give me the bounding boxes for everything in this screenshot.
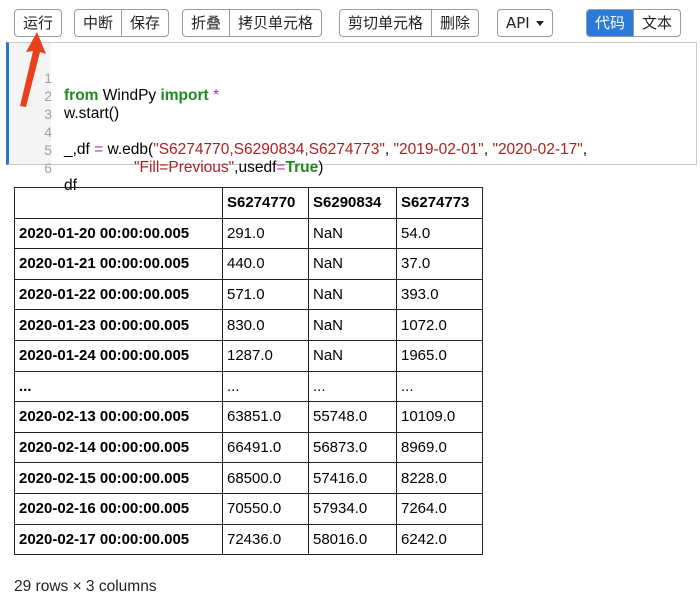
table-cell: 56873.0	[308, 431, 397, 464]
table-cell: 66491.0	[222, 431, 309, 464]
table-cell: 68500.0	[222, 462, 309, 494]
table-cell: ...	[308, 370, 397, 403]
table-cell: 37.0	[396, 248, 483, 280]
table-cell: 70550.0	[222, 492, 309, 525]
table-row: 2020-01-21 00:00:00.005 440.0 NaN 37.0	[14, 248, 483, 280]
table-cell: 291.0	[222, 217, 309, 250]
row-index: 2020-02-14 00:00:00.005	[14, 431, 223, 464]
row-index: 2020-01-22 00:00:00.005	[14, 278, 223, 311]
row-index: 2020-02-15 00:00:00.005	[14, 462, 223, 494]
table-cell: NaN	[308, 217, 397, 250]
table-row-ellipsis: ... ... ... ...	[14, 370, 483, 403]
table-cell: 393.0	[396, 278, 483, 311]
table-cell: NaN	[308, 339, 397, 372]
table-header-row: S6274770 S6290834 S6274773	[14, 187, 483, 219]
row-index: 2020-02-17 00:00:00.005	[14, 523, 223, 556]
code-line-6: 6 df	[9, 141, 696, 194]
column-header: S6274770	[222, 187, 309, 219]
table-cell: 1072.0	[396, 309, 483, 341]
table-cell: 55748.0	[308, 401, 397, 433]
table-cell: 54.0	[396, 217, 483, 250]
table-cell: 8228.0	[396, 462, 483, 494]
table-cell: 571.0	[222, 278, 309, 311]
index-header	[14, 187, 223, 219]
row-count-footer: 29 rows × 3 columns	[14, 578, 157, 595]
table-cell: ...	[222, 370, 309, 403]
table-cell: NaN	[308, 278, 397, 311]
column-header: S6274773	[396, 187, 483, 219]
table-row: 2020-02-14 00:00:00.005 66491.0 56873.0 …	[14, 431, 483, 464]
dataframe-table: S6274770 S6290834 S6274773 2020-01-20 00…	[14, 187, 483, 556]
table-cell: 8969.0	[396, 431, 483, 464]
table-cell: 58016.0	[308, 523, 397, 556]
row-index: 2020-01-21 00:00:00.005	[14, 248, 223, 280]
table-cell: 6242.0	[396, 523, 483, 556]
arrow-annotation-icon	[20, 32, 46, 107]
table-row: 2020-01-23 00:00:00.005 830.0 NaN 1072.0	[14, 309, 483, 341]
line-number: 6	[44, 160, 52, 176]
row-index: 2020-02-16 00:00:00.005	[14, 492, 223, 525]
table-cell: NaN	[308, 309, 397, 341]
output-dataframe: S6274770 S6290834 S6274773 2020-01-20 00…	[14, 187, 483, 556]
row-index: 2020-02-13 00:00:00.005	[14, 401, 223, 433]
table-cell: 1965.0	[396, 339, 483, 372]
row-index: 2020-01-20 00:00:00.005	[14, 217, 223, 250]
row-index: ...	[14, 370, 223, 403]
table-cell: 440.0	[222, 248, 309, 280]
table-row: 2020-01-24 00:00:00.005 1287.0 NaN 1965.…	[14, 339, 483, 372]
table-cell: 7264.0	[396, 492, 483, 525]
table-cell: 57934.0	[308, 492, 397, 525]
table-cell: 830.0	[222, 309, 309, 341]
table-row: 2020-02-13 00:00:00.005 63851.0 55748.0 …	[14, 401, 483, 433]
table-cell: 72436.0	[222, 523, 309, 556]
table-row: 2020-02-16 00:00:00.005 70550.0 57934.0 …	[14, 492, 483, 525]
table-row: 2020-02-17 00:00:00.005 72436.0 58016.0 …	[14, 523, 483, 556]
table-cell: 63851.0	[222, 401, 309, 433]
column-header: S6290834	[308, 187, 397, 219]
table-cell: 1287.0	[222, 339, 309, 372]
table-cell: ...	[396, 370, 483, 403]
table-row: 2020-01-22 00:00:00.005 571.0 NaN 393.0	[14, 278, 483, 311]
row-index: 2020-01-24 00:00:00.005	[14, 339, 223, 372]
table-cell: NaN	[308, 248, 397, 280]
row-index: 2020-01-23 00:00:00.005	[14, 309, 223, 341]
table-cell: 57416.0	[308, 462, 397, 494]
table-row: 2020-01-20 00:00:00.005 291.0 NaN 54.0	[14, 217, 483, 250]
table-row: 2020-02-15 00:00:00.005 68500.0 57416.0 …	[14, 462, 483, 494]
table-cell: 10109.0	[396, 401, 483, 433]
code-line-5: 5 "Fill=Previous",usedf=True)	[9, 123, 696, 176]
